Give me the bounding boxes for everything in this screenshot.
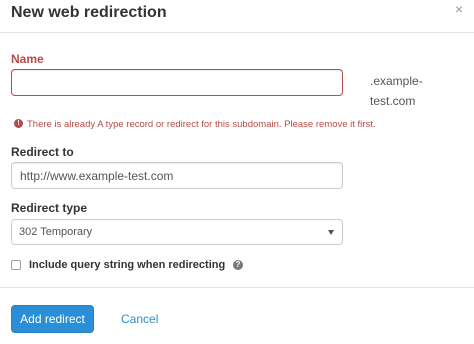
name-label: Name — [11, 52, 44, 66]
name-error-text: There is already A type record or redire… — [27, 119, 376, 130]
redirect-type-label: Redirect type — [11, 201, 88, 215]
domain-suffix: .example-test.com — [370, 74, 423, 108]
name-input[interactable] — [11, 69, 343, 96]
redirect-type-value: 302 Temporary — [19, 226, 93, 238]
add-redirect-button[interactable]: Add redirect — [11, 305, 94, 333]
redirect-to-label: Redirect to — [11, 145, 74, 159]
caret-down-icon — [328, 230, 334, 235]
dialog-header: New web redirection × — [0, 0, 474, 33]
query-string-checkbox[interactable] — [11, 260, 21, 270]
redirect-type-select[interactable]: 302 Temporary — [11, 219, 343, 245]
name-error-message: ! There is already A type record or redir… — [14, 118, 376, 131]
help-icon[interactable]: ? — [233, 260, 243, 270]
cancel-link[interactable]: Cancel — [121, 312, 158, 326]
close-icon[interactable]: × — [452, 2, 466, 16]
query-string-label[interactable]: Include query string when redirecting — [29, 258, 225, 272]
dialog-title: New web redirection — [11, 4, 167, 21]
error-icon: ! — [14, 118, 23, 128]
redirect-to-input[interactable] — [11, 162, 343, 189]
